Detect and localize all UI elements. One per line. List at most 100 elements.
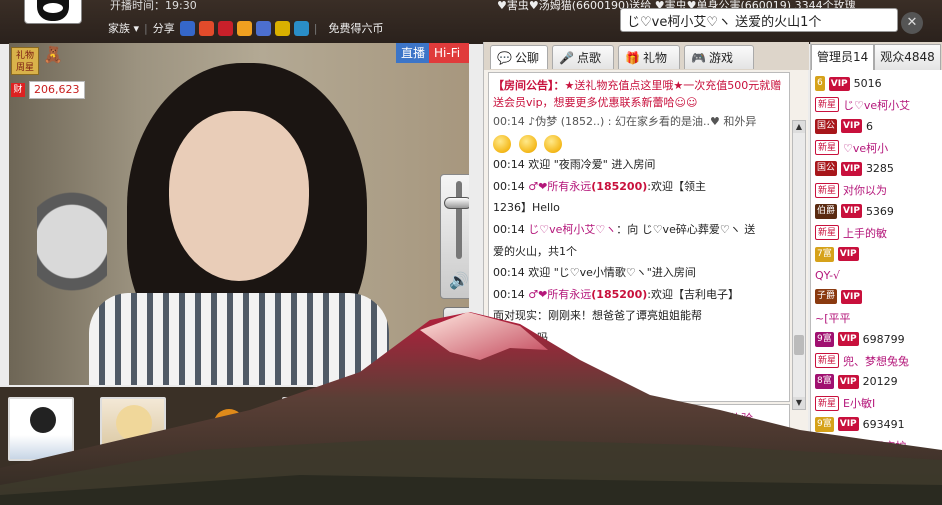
top-bar: 开播时间：19:30 家族 ▾ | 分享 | 免费得六币 ♥害虫♥汤姆猫(660… xyxy=(0,0,942,44)
share-icon-6[interactable] xyxy=(274,20,290,36)
user-row[interactable]: 6 VIP 5016 xyxy=(811,73,942,94)
user-row[interactable]: 9富 VIP 693491 xyxy=(811,414,942,435)
live-video[interactable]: 直播 Hi-Fi 礼物周星 🧸 财 206,623 🔊 ❚❚ xyxy=(9,43,469,385)
user-name: 20129 xyxy=(862,375,898,389)
thumbnail-user-1[interactable] xyxy=(8,397,74,461)
share-icons xyxy=(179,20,309,36)
vip-badge: VIP xyxy=(837,247,859,262)
share-icon-2[interactable] xyxy=(198,20,214,36)
tab-public-chat[interactable]: 💬 公聊 xyxy=(490,45,548,69)
live-button[interactable]: 直播 xyxy=(396,43,431,63)
user-row[interactable]: 9富 VIP 698799 xyxy=(811,329,942,350)
level-badge: 新星 xyxy=(815,182,840,198)
level-badge: 国公 xyxy=(815,118,838,134)
chat-username[interactable]: じ♡ve柯小艾♡ヽ xyxy=(528,223,616,236)
user-row[interactable]: 国公 VIP 3285 xyxy=(811,158,942,179)
user-row[interactable]: 新星 じ♡ve柯小艾 xyxy=(811,94,942,115)
chat-messages[interactable]: 【房间公告】：★送礼物充值点这里哦★一次充值500元就赠送会员vip，想要更多优… xyxy=(488,72,790,402)
vip-badge: VIP xyxy=(837,374,859,389)
user-row[interactable]: 新星 ♡ve柯小 xyxy=(811,137,942,158)
level-badge: 新星 xyxy=(815,97,840,113)
chat-tabs: 💬 公聊 🎤 点歌 🎁 礼物 🎮 游戏 xyxy=(484,42,809,70)
pause-button[interactable]: ❚❚ xyxy=(443,307,469,341)
share-icon-4[interactable] xyxy=(236,20,252,36)
user-row[interactable]: ~[平平 xyxy=(811,307,942,328)
vip-badge: VIP xyxy=(828,76,850,91)
level-badge: 6富 xyxy=(815,459,834,475)
laughing-emoji-icon xyxy=(493,134,511,153)
level-badge: 国公 xyxy=(815,161,838,177)
user-row[interactable]: 宝宝 ❤""星星守护 xyxy=(811,435,942,456)
vip-badge: VIP xyxy=(837,459,859,474)
tab-admins[interactable]: 管理员14 xyxy=(811,44,875,70)
user-name: 6 xyxy=(865,119,873,133)
gift-icon: 🎁 xyxy=(625,50,640,65)
streamer-face xyxy=(169,111,309,281)
level-badge: 宝宝 xyxy=(815,438,840,454)
vip-badge: VIP xyxy=(841,161,862,176)
tab-audience[interactable]: 观众4848 xyxy=(874,44,941,70)
tab-song-request[interactable]: 🎤 点歌 xyxy=(552,45,614,69)
hifi-button[interactable]: Hi-Fi xyxy=(429,43,469,63)
share-icon-3[interactable] xyxy=(217,20,233,36)
close-icon[interactable]: ✕ xyxy=(901,12,923,34)
share-icon-7[interactable] xyxy=(293,20,309,36)
tab-game[interactable]: 🎮 游戏 xyxy=(684,45,754,69)
chat-username[interactable]: ♂❤所有永远 xyxy=(528,180,591,193)
thumbnail-user-3[interactable] xyxy=(196,397,262,461)
level-badge: 8富 xyxy=(815,374,834,390)
speaker-icon[interactable]: 🔊 xyxy=(449,271,469,290)
user-name: 698799 xyxy=(862,332,905,346)
volume-slider[interactable]: 🔊 xyxy=(440,174,469,299)
thumbnail-user-2[interactable] xyxy=(100,397,166,461)
user-row[interactable]: 8富 VIP 20129 xyxy=(811,371,942,392)
chat-message: 00:14 欢迎 "夜雨冷爱" 进入房间 xyxy=(493,158,656,172)
host-avatar[interactable] xyxy=(24,0,82,24)
share-icon-1[interactable] xyxy=(179,20,195,36)
scroll-up-arrow[interactable]: ▲ xyxy=(793,121,805,133)
user-row[interactable]: 国公 VIP 6 xyxy=(811,116,942,137)
chat-username[interactable]: ♂❤所有永远 xyxy=(528,288,591,301)
user-name: QY-√ xyxy=(815,268,841,282)
user-row[interactable]: 子爵 VIP xyxy=(811,286,942,307)
scroll-down-arrow[interactable]: ▼ xyxy=(793,397,805,409)
user-row[interactable]: 新星 E小敏I xyxy=(811,392,942,413)
tab-gift[interactable]: 🎁 礼物 xyxy=(618,45,680,69)
user-row[interactable]: 6富 VIP 20606 xyxy=(811,456,942,477)
vip-badge: VIP xyxy=(837,417,859,432)
private-chat-area[interactable]: 体验 xyxy=(488,404,790,444)
teddy-bear-icon: 🧸 xyxy=(43,45,63,64)
wealth-tag: 财 xyxy=(11,83,25,97)
gift-week-star-badge[interactable]: 礼物周星 xyxy=(11,47,39,75)
vip-badge: VIP xyxy=(837,332,859,347)
volume-knob[interactable] xyxy=(444,197,469,209)
laughing-emoji-icon xyxy=(544,134,562,153)
user-row[interactable]: 新星 对你以为 xyxy=(811,179,942,200)
user-row[interactable]: 新星 上手的敏 xyxy=(811,222,942,243)
vip-badge: VIP xyxy=(841,119,862,134)
level-badge: 伯爵 xyxy=(815,203,838,219)
free-coin-link[interactable]: 免费得六币 xyxy=(328,20,383,36)
share-label: 分享 xyxy=(152,22,175,35)
user-tabs: 管理员14 观众4848 xyxy=(811,42,942,70)
user-name: 上手的敏 xyxy=(843,226,888,240)
room-announcement: 【房间公告】：★送礼物充值点这里哦★一次充值500元就赠送会员vip，想要更多优… xyxy=(493,79,782,109)
level-badge: 新星 xyxy=(815,140,840,156)
user-row[interactable]: 7富 VIP xyxy=(811,243,942,264)
user-name: 兜、梦想兔兔 xyxy=(843,354,910,368)
user-row[interactable]: 伯爵 VIP 5369 xyxy=(811,201,942,222)
chat-scrollbar[interactable]: ▲ ▼ xyxy=(792,120,806,410)
thumbnail-user-4[interactable] xyxy=(282,397,348,461)
chat-message: 00:14 欢迎 "じ♡ve小情歌♡ヽ"进入房间 xyxy=(493,266,696,280)
wealth-row: 财 206,623 xyxy=(11,81,85,99)
user-row[interactable]: QY-√ xyxy=(811,265,942,286)
chat-bubble-icon: 💬 xyxy=(497,50,512,65)
chat-message-partial: 00:14 ♪伪梦 (1852..) : 幻在家乡看的是油..♥ 和外异 xyxy=(493,115,757,128)
scroll-thumb[interactable] xyxy=(794,335,804,355)
user-row[interactable]: 新星 兜、梦想兔兔 xyxy=(811,350,942,371)
share-icon-5[interactable] xyxy=(255,20,271,36)
family-menu[interactable]: 家族 ▾ xyxy=(108,20,139,36)
experience-link[interactable]: 体验 xyxy=(729,410,753,427)
level-badge: 9富 xyxy=(815,416,834,432)
live-time: 开播时间：19:30 xyxy=(110,0,197,12)
